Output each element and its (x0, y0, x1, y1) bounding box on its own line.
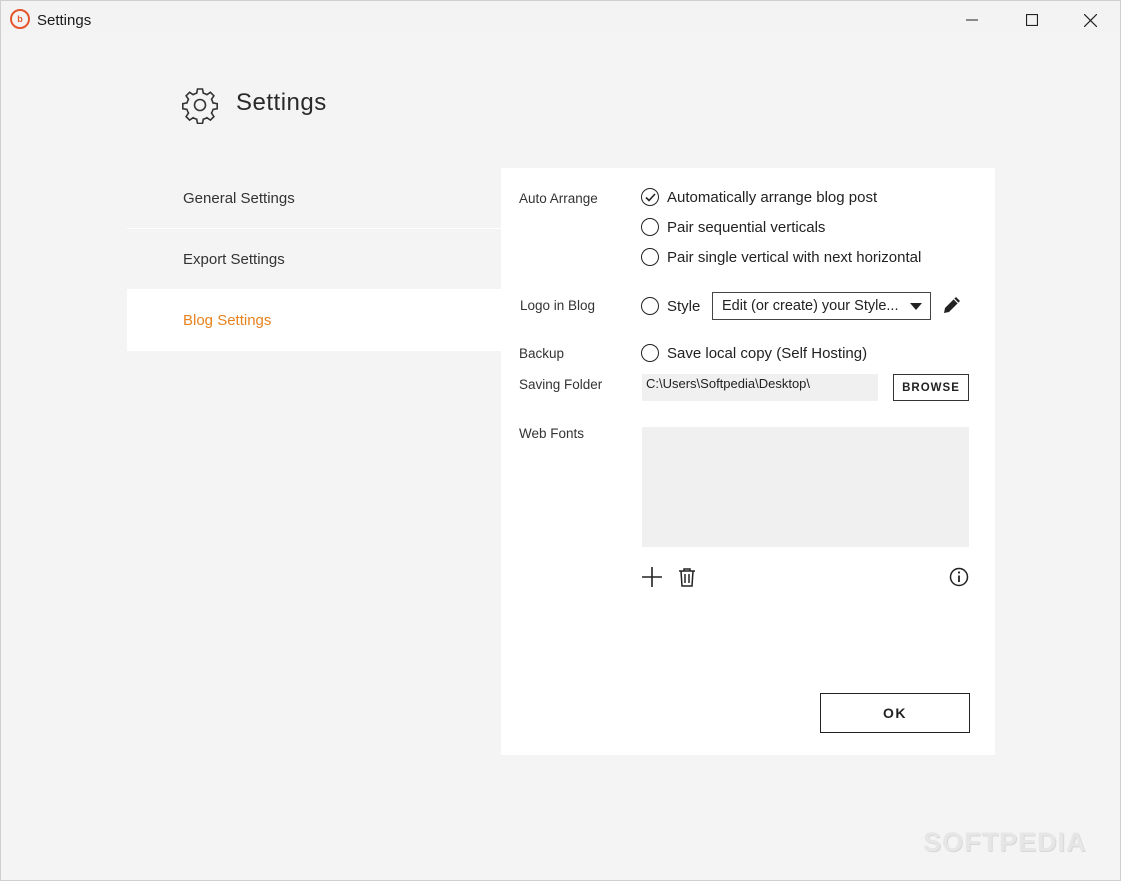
close-icon (1083, 13, 1097, 27)
radio-label: Pair single vertical with next horizonta… (667, 248, 922, 266)
radio-auto-arrange[interactable]: Automatically arrange blog post (641, 188, 877, 206)
radio-unchecked-icon (641, 344, 659, 362)
title-bar: b Settings (1, 1, 1120, 39)
radio-label: Style (667, 297, 701, 315)
nav-item-export-settings[interactable]: Export Settings (127, 229, 501, 290)
web-fonts-label: Web Fonts (519, 426, 585, 441)
info-button[interactable] (948, 566, 970, 588)
radio-save-local-copy[interactable]: Save local copy (Self Hosting) (641, 344, 867, 362)
radio-unchecked-icon (641, 297, 659, 315)
pencil-edit-icon[interactable] (941, 294, 963, 316)
add-font-button[interactable] (641, 566, 663, 588)
browse-button[interactable]: BROWSE (893, 374, 969, 401)
softpedia-watermark: SOFTPEDIA (923, 827, 1087, 857)
trash-icon (679, 568, 695, 587)
maximize-button[interactable] (1003, 1, 1061, 39)
web-fonts-list[interactable] (642, 427, 969, 547)
settings-nav: General Settings Export Settings Blog Se… (127, 168, 501, 351)
radio-style[interactable]: Style (641, 297, 700, 315)
radio-pair-sequential[interactable]: Pair sequential verticals (641, 218, 825, 236)
radio-checked-icon (641, 188, 659, 206)
logo-in-blog-label: Logo in Blog (520, 298, 596, 313)
radio-unchecked-icon (641, 248, 659, 266)
auto-arrange-label: Auto Arrange (519, 191, 598, 206)
style-dropdown-value: Edit (or create) your Style... (722, 298, 899, 314)
radio-label: Pair sequential verticals (667, 218, 826, 236)
close-button[interactable] (1061, 1, 1119, 39)
page-title: Settings (236, 89, 327, 116)
plus-icon (642, 567, 662, 587)
app-logo-icon: b (10, 9, 30, 29)
radio-pair-single-vertical[interactable]: Pair single vertical with next horizonta… (641, 248, 921, 266)
radio-label: Automatically arrange blog post (667, 188, 878, 206)
backup-label: Backup (519, 346, 565, 361)
style-dropdown[interactable]: Edit (or create) your Style... (712, 292, 931, 320)
nav-item-blog-settings[interactable]: Blog Settings (127, 290, 501, 351)
radio-label: Save local copy (Self Hosting) (667, 344, 868, 362)
minimize-button[interactable] (943, 1, 1001, 39)
minimize-icon (966, 19, 978, 21)
maximize-icon (1026, 14, 1038, 26)
delete-font-button[interactable] (676, 566, 698, 588)
saving-folder-label: Saving Folder (519, 377, 603, 392)
nav-item-general-settings[interactable]: General Settings (127, 168, 501, 229)
radio-unchecked-icon (641, 218, 659, 236)
dropdown-arrow-icon (910, 303, 922, 310)
gear-icon (182, 88, 218, 124)
saving-folder-input[interactable]: C:\Users\Softpedia\Desktop\ (642, 374, 878, 401)
window-title: Settings (37, 12, 92, 29)
ok-button[interactable]: OK (820, 693, 970, 733)
info-icon (949, 567, 969, 587)
blog-settings-panel: Auto Arrange Automatically arrange blog … (501, 168, 995, 755)
settings-window: b Settings Settings General Settings Exp… (0, 0, 1121, 881)
